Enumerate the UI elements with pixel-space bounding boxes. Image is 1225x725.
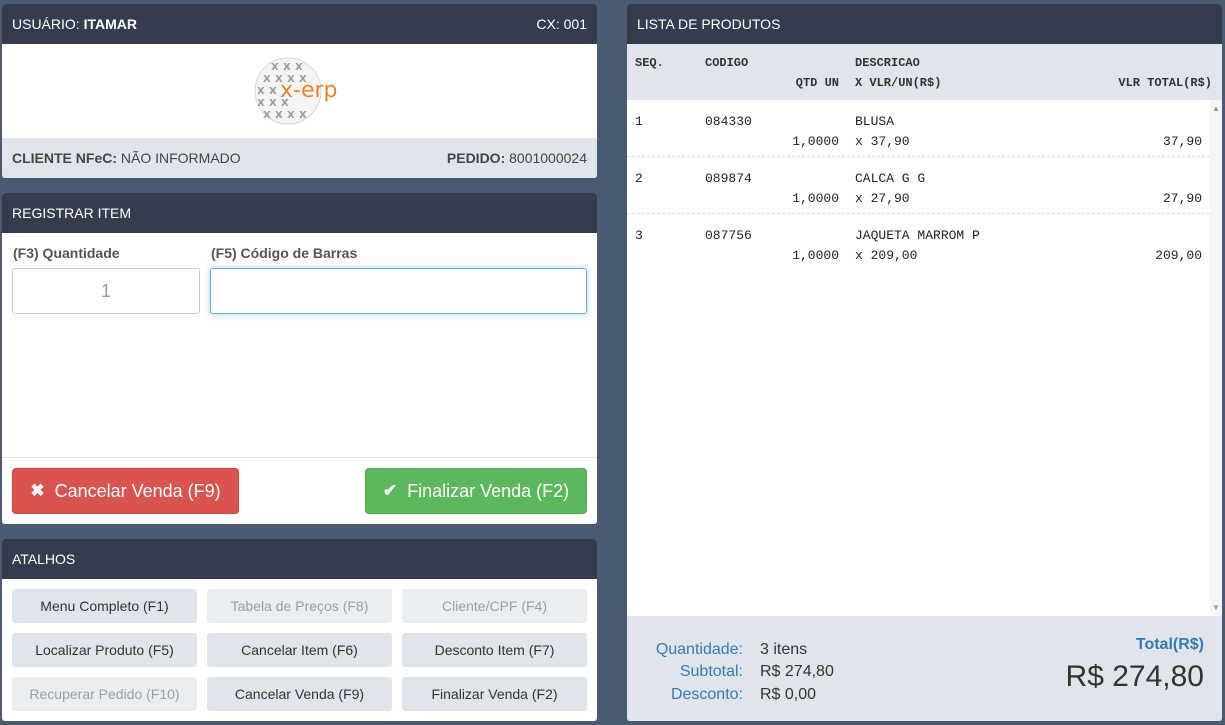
totals-panel: Quantidade: 3 itens Subtotal: R$ 274,80 … (627, 616, 1222, 721)
row-desc: JAQUETA MARROM P (855, 228, 980, 243)
shortcuts-title: ATALHOS (12, 551, 76, 567)
check-icon: ✔ (382, 481, 398, 500)
row-code: 089874 (705, 171, 752, 186)
discount-label: Desconto: (670, 686, 743, 703)
row-desc: CALCA G G (855, 171, 926, 186)
row-seq: 3 (635, 228, 643, 243)
row-unit-price: x 27,90 (855, 191, 910, 206)
quantity-label: (F3) Quantidade (13, 245, 120, 261)
row-unit-price: x 209,00 (855, 248, 918, 263)
row-seq: 2 (635, 171, 643, 186)
quantity-input[interactable]: 1 (12, 268, 200, 314)
quantity-total-value: 3 itens (760, 641, 808, 658)
order-info: PEDIDO: 8001000024 (447, 138, 587, 178)
register-number: CX: 001 (536, 16, 587, 32)
shortcuts-panel: ATALHOS Menu Completo (F1) Tabela de Pre… (2, 539, 597, 721)
subtotal-value: R$ 274,80 (760, 663, 834, 680)
user-info: USUÁRIO: ITAMAR (12, 4, 137, 44)
register-item-header: REGISTRAR ITEM (2, 193, 597, 233)
svg-text:X: X (269, 98, 277, 109)
client-info: CLIENTE NFeC: NÃO INFORMADO (12, 138, 241, 178)
scroll-up-icon[interactable]: ▲ (1212, 104, 1220, 113)
register-item-panel: REGISTRAR ITEM (F3) Quantidade (F5) Códi… (2, 193, 597, 524)
session-header: USUÁRIO: ITAMAR CX: 001 (2, 4, 597, 44)
discount-value: R$ 0,00 (760, 686, 817, 703)
shortcut-localizar-produto[interactable]: Localizar Produto (F5) (12, 633, 197, 667)
col-seq: SEQ. (635, 56, 664, 70)
row-total: 37,90 (1162, 134, 1202, 149)
close-icon: ✖ (30, 481, 45, 500)
shortcut-desconto-item[interactable]: Desconto Item (F7) (402, 633, 587, 667)
col-qty-un: QTD UN (795, 76, 839, 90)
shortcut-finalizar-venda[interactable]: Finalizar Venda (F2) (402, 677, 587, 711)
barcode-label: (F5) Código de Barras (211, 245, 358, 261)
cancel-sale-button[interactable]: ✖ Cancelar Venda (F9) (12, 468, 239, 514)
client-bar: CLIENTE NFeC: NÃO INFORMADO PEDIDO: 8001… (2, 138, 597, 178)
client-value: NÃO INFORMADO (120, 150, 241, 166)
shortcut-tabela-precos[interactable]: Tabela de Preços (F8) (207, 589, 392, 623)
row-qty: 1,0000 (792, 134, 839, 149)
logo-area: XXX XXXX XX XXX XXXX x-erp (2, 44, 597, 138)
divider (2, 457, 597, 458)
svg-text:X: X (287, 110, 295, 121)
row-unit-price: x 37,90 (855, 134, 910, 149)
subtotal-label: Subtotal: (679, 663, 743, 680)
grand-total-value: R$ 274,80 (1065, 660, 1204, 693)
product-list-title: LISTA DE PRODUTOS (637, 16, 781, 32)
svg-text:X: X (257, 98, 265, 109)
scroll-down-icon[interactable]: ▼ (1212, 603, 1220, 612)
product-table-header: SEQ. CODIGO DESCRICAO QTD UN X VLR/UN(R$… (627, 44, 1222, 100)
row-qty: 1,0000 (792, 191, 839, 206)
user-name: ITAMAR (83, 16, 137, 32)
client-label: CLIENTE NFeC: (12, 150, 117, 166)
row-qty: 1,0000 (792, 248, 839, 263)
finish-sale-button[interactable]: ✔ Finalizar Venda (F2) (365, 468, 587, 514)
barcode-input[interactable] (210, 268, 587, 314)
svg-text:X: X (263, 74, 271, 85)
quantity-total-label: Quantidade: (655, 641, 743, 658)
finish-sale-label: Finalizar Venda (F2) (407, 480, 570, 501)
vertical-scrollbar[interactable]: ▲ ▼ (1210, 100, 1222, 616)
shortcut-cancelar-venda[interactable]: Cancelar Venda (F9) (207, 677, 392, 711)
svg-text:X: X (283, 62, 291, 73)
col-total: VLR TOTAL(R$) (1118, 76, 1212, 90)
x-erp-logo: XXX XXXX XX XXX XXXX x-erp (254, 57, 338, 125)
row-code: 087756 (705, 228, 752, 243)
register-item-title: REGISTRAR ITEM (12, 205, 132, 221)
shortcut-menu-completo[interactable]: Menu Completo (F1) (12, 589, 197, 623)
svg-text:X: X (271, 62, 279, 73)
row-seq: 1 (635, 114, 643, 129)
session-panel: USUÁRIO: ITAMAR CX: 001 XXX XXXX XX XXX … (2, 4, 597, 178)
table-row[interactable]: 1 084330 BLUSA 1,0000 x 37,90 37,90 (627, 100, 1210, 157)
row-code: 084330 (705, 114, 752, 129)
order-label: PEDIDO: (446, 150, 506, 166)
cancel-sale-label: Cancelar Venda (F9) (54, 480, 221, 501)
col-unit-price: X VLR/UN(R$) (855, 76, 942, 90)
grand-total-label: Total(R$) (1135, 636, 1204, 653)
svg-text:X: X (263, 110, 271, 121)
row-total: 209,00 (1155, 248, 1202, 263)
row-desc: BLUSA (855, 114, 895, 129)
svg-text:x-erp: x-erp (280, 78, 338, 103)
shortcut-cliente-cpf[interactable]: Cliente/CPF (F4) (402, 589, 587, 623)
product-list-panel: LISTA DE PRODUTOS SEQ. CODIGO DESCRICAO … (627, 4, 1222, 721)
svg-text:X: X (275, 110, 283, 121)
svg-text:X: X (299, 110, 307, 121)
shortcut-cancelar-item[interactable]: Cancelar Item (F6) (207, 633, 392, 667)
product-list-header: LISTA DE PRODUTOS (627, 4, 1222, 44)
col-code: CODIGO (705, 56, 749, 70)
table-row[interactable]: 3 087756 JAQUETA MARROM P 1,0000 x 209,0… (627, 214, 1210, 271)
col-desc: DESCRICAO (855, 56, 920, 70)
svg-text:X: X (295, 62, 303, 73)
order-value: 8001000024 (509, 150, 587, 166)
shortcut-recuperar-pedido[interactable]: Recuperar Pedido (F10) (12, 677, 197, 711)
user-label: USUÁRIO: (12, 16, 80, 32)
row-total: 27,90 (1162, 191, 1202, 206)
shortcuts-header: ATALHOS (2, 539, 597, 579)
table-row[interactable]: 2 089874 CALCA G G 1,0000 x 27,90 27,90 (627, 157, 1210, 214)
svg-text:X: X (257, 86, 265, 97)
svg-text:X: X (269, 86, 277, 97)
